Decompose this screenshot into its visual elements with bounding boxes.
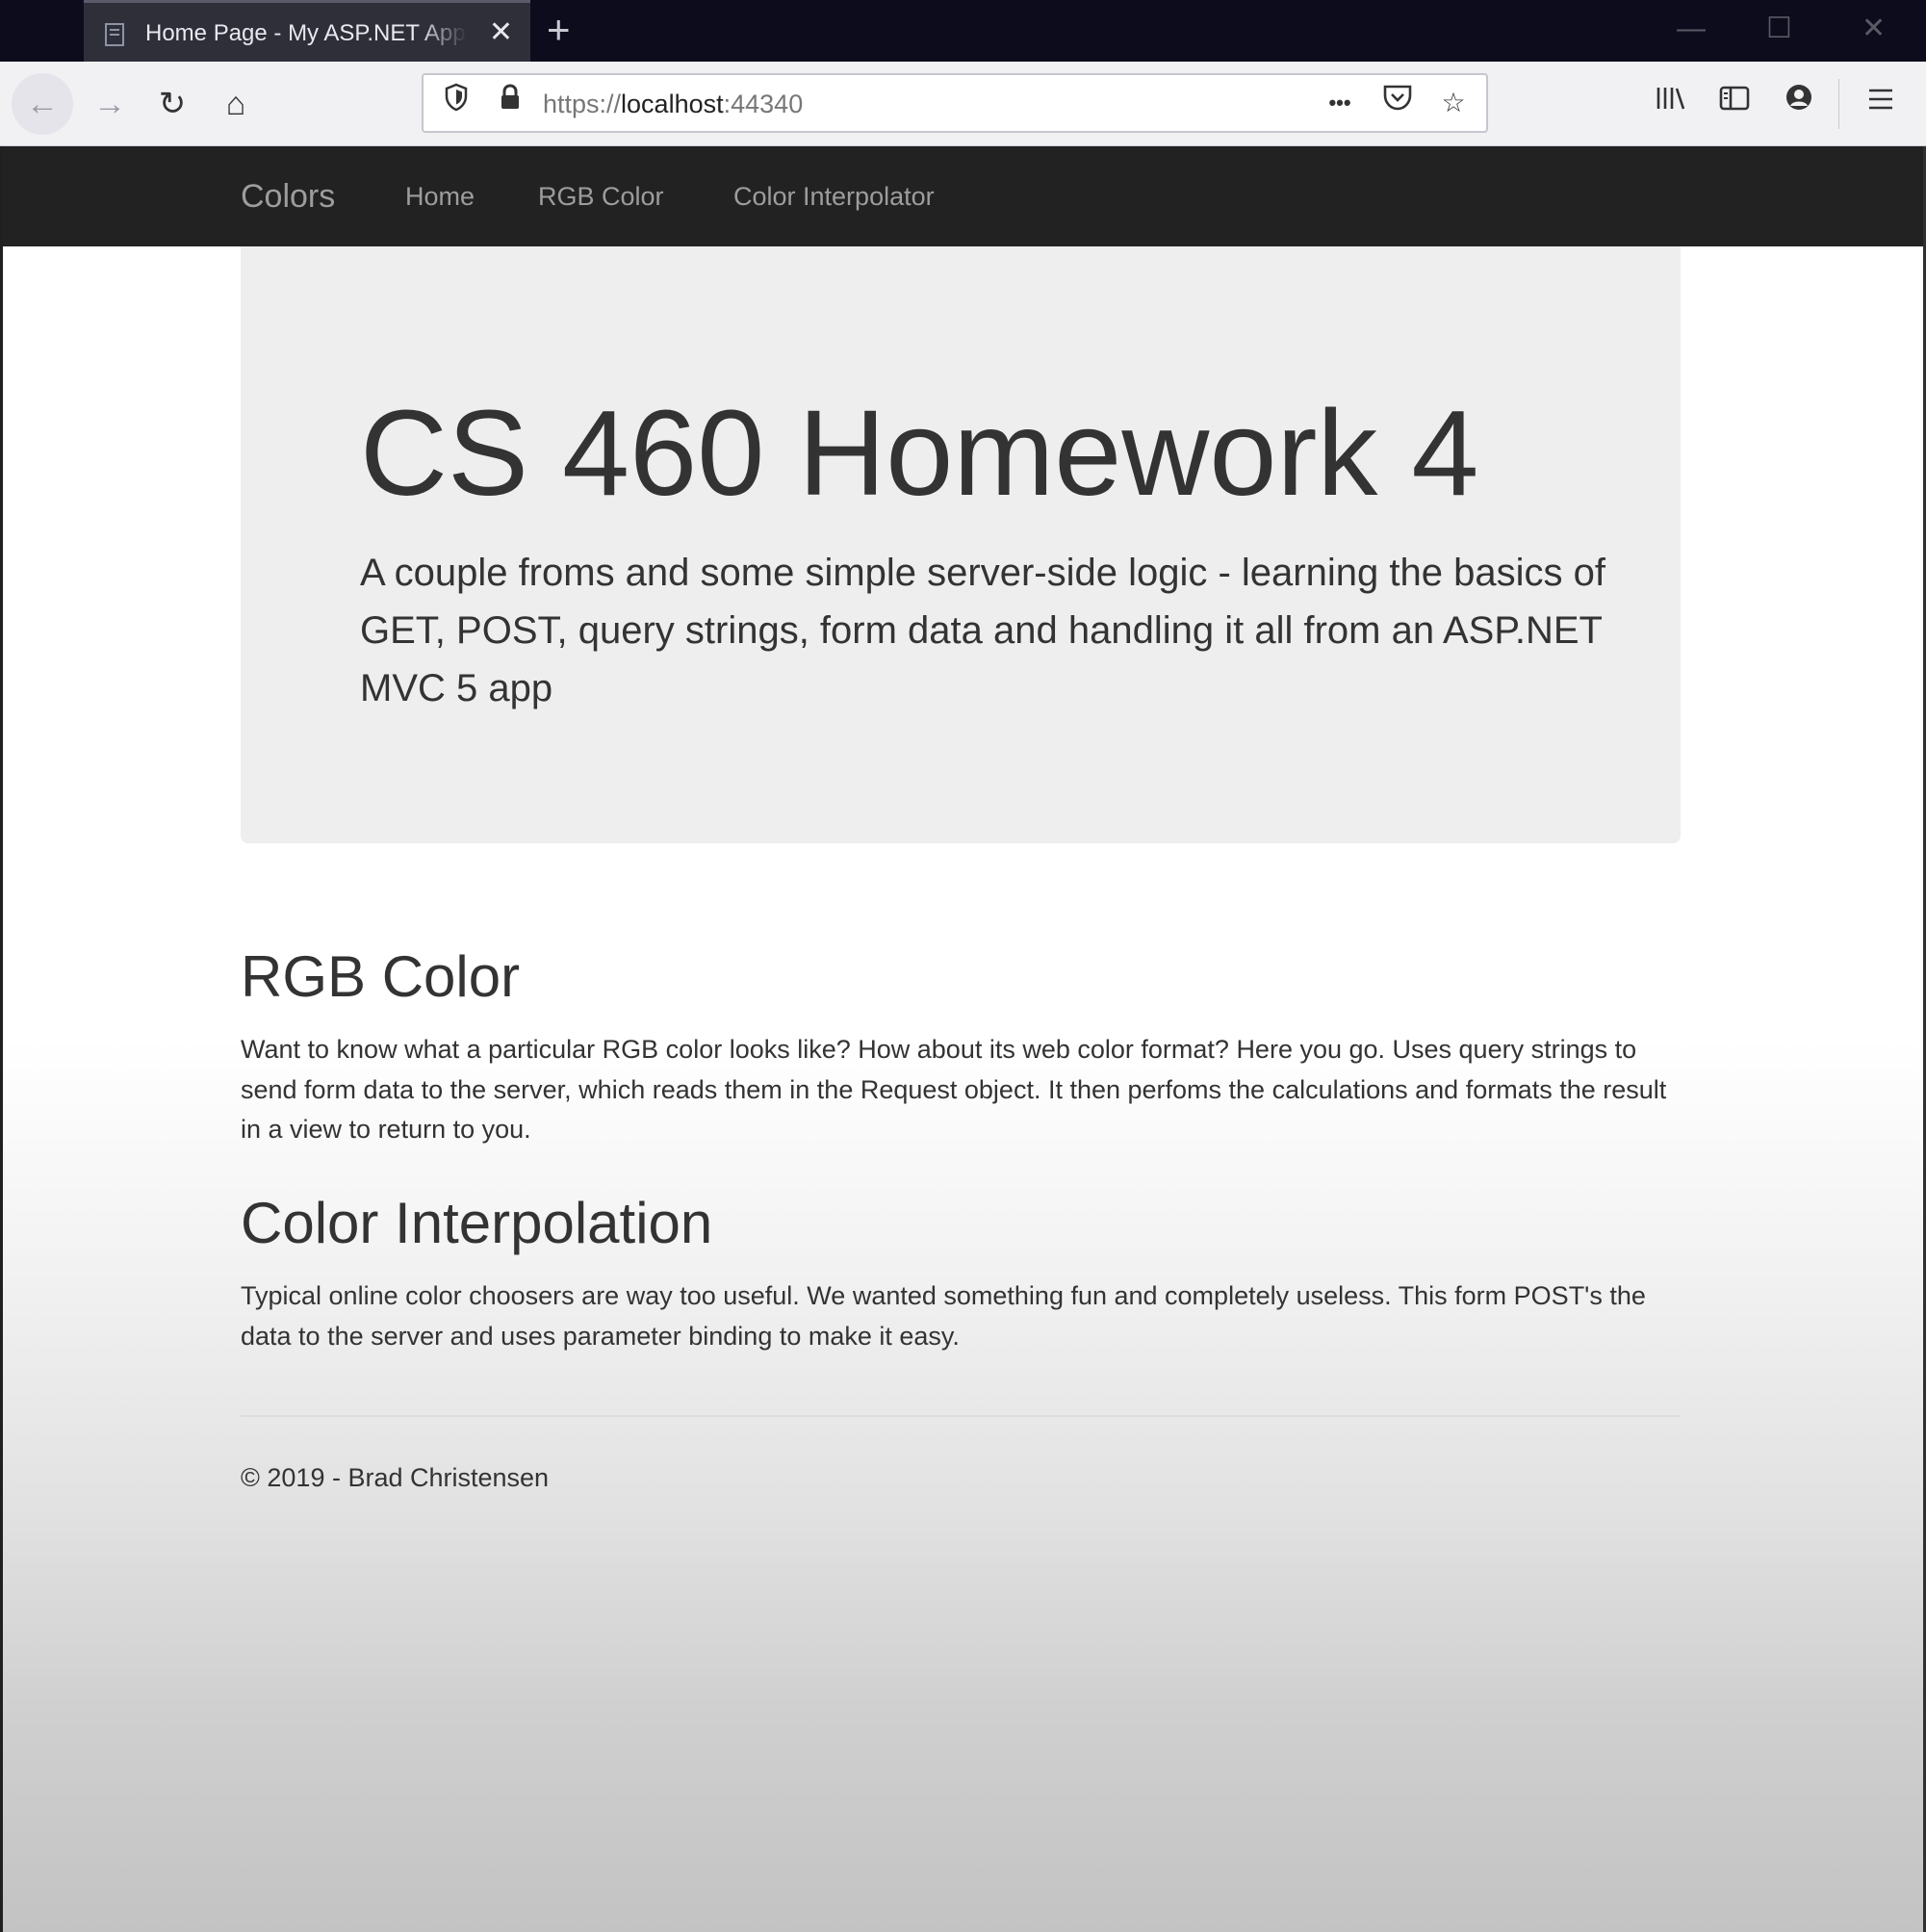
- menu-icon[interactable]: [1858, 81, 1904, 127]
- tracking-shield-icon[interactable]: [437, 83, 475, 123]
- site-navbar: Colors Home RGB Color Color Interpolator: [3, 146, 1923, 246]
- sidebar-icon[interactable]: [1711, 81, 1758, 127]
- url-port: :44340: [723, 90, 804, 118]
- section-text-rgb-color: Want to know what a particular RGB color…: [241, 1035, 1667, 1144]
- web-page: Colors Home RGB Color Color Interpolator…: [3, 146, 1923, 1932]
- address-bar[interactable]: https://localhost:44340 ••• ☆: [422, 73, 1488, 133]
- maximize-icon[interactable]: ☐: [1766, 12, 1792, 46]
- account-icon[interactable]: [1776, 81, 1822, 127]
- page-lead: A couple froms and some simple server-si…: [360, 552, 1605, 709]
- url-text[interactable]: https://localhost:44340: [543, 89, 803, 119]
- nav-link-home[interactable]: Home: [405, 180, 475, 213]
- toolbar-divider: [1838, 79, 1839, 129]
- nav-link-color-interpolator[interactable]: Color Interpolator: [733, 180, 935, 213]
- tab-strip: Home Page - My ASP.NET Application ✕ + —…: [0, 0, 1926, 62]
- footer-divider: [241, 1415, 1681, 1417]
- section-text-color-interpolation: Typical online color choosers are way to…: [241, 1281, 1646, 1351]
- back-icon[interactable]: ←: [12, 73, 73, 135]
- lock-icon[interactable]: [491, 83, 529, 123]
- browser-tab[interactable]: Home Page - My ASP.NET Application ✕: [84, 0, 530, 62]
- browser-window: Home Page - My ASP.NET Application ✕ + —…: [0, 0, 1926, 1932]
- minimize-icon[interactable]: —: [1677, 12, 1706, 46]
- page-title: CS 460 Homework 4: [360, 385, 1479, 521]
- library-icon[interactable]: [1648, 81, 1694, 127]
- tab-title: Home Page - My ASP.NET Application: [145, 20, 467, 46]
- home-icon[interactable]: ⌂: [213, 81, 259, 127]
- section-title-rgb-color: RGB Color: [241, 944, 521, 1009]
- browser-toolbar: ← → ↻ ⌂ https://localhost:44340 ••• ☆: [0, 62, 1926, 146]
- page-icon: [103, 22, 128, 47]
- bookmark-star-icon[interactable]: ☆: [1434, 83, 1473, 123]
- url-host: localhost: [621, 90, 724, 118]
- jumbotron: CS 460 Homework 4 A couple froms and som…: [241, 246, 1681, 843]
- navbar-brand[interactable]: Colors: [241, 176, 335, 217]
- pocket-icon[interactable]: [1378, 83, 1417, 123]
- close-tab-icon[interactable]: ✕: [489, 16, 513, 49]
- forward-icon[interactable]: →: [87, 81, 133, 127]
- close-window-icon[interactable]: ✕: [1862, 12, 1886, 46]
- section-title-color-interpolation: Color Interpolation: [241, 1191, 713, 1255]
- url-scheme: https://: [543, 90, 622, 118]
- nav-link-rgb-color[interactable]: RGB Color: [538, 180, 664, 213]
- page-actions-icon[interactable]: •••: [1321, 83, 1359, 123]
- footer-copyright: © 2019 - Brad Christensen: [241, 1463, 550, 1492]
- reload-icon[interactable]: ↻: [149, 81, 195, 127]
- new-tab-icon[interactable]: +: [547, 8, 571, 52]
